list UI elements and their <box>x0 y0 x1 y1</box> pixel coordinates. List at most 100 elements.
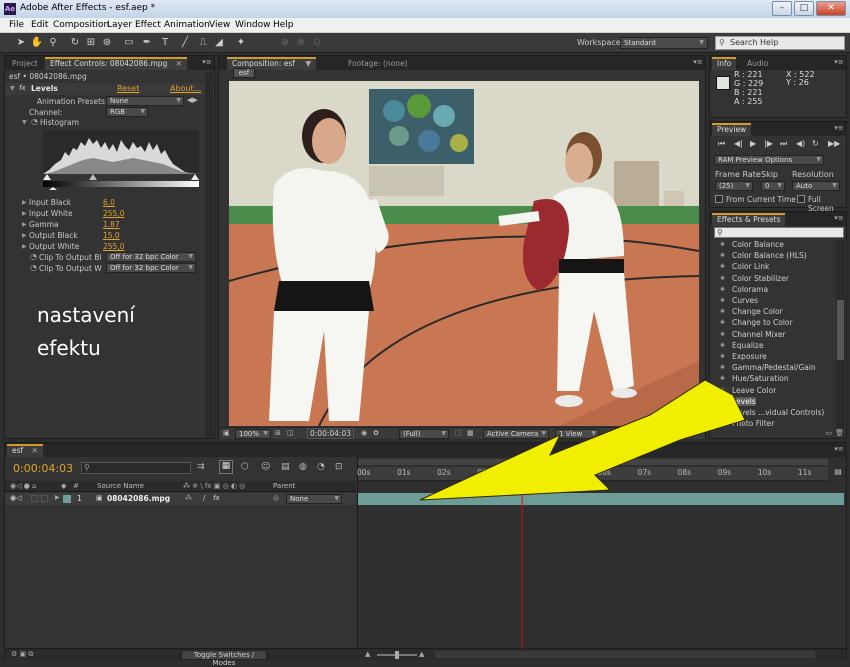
label-color-swatch[interactable] <box>63 495 71 503</box>
zoom-slider[interactable] <box>377 651 417 659</box>
loop-icon[interactable]: ↻ <box>812 139 819 148</box>
menu-effect[interactable]: Effect <box>135 20 161 30</box>
magnification-dropdown[interactable]: 100% ▼ <box>235 429 271 439</box>
solo-box[interactable] <box>31 495 38 502</box>
play-icon[interactable]: ▶ <box>750 139 756 148</box>
tab-footage[interactable]: Footage: (none) <box>343 57 413 70</box>
brainstorm-icon[interactable]: ⊡ <box>335 462 343 472</box>
animation-presets-dropdown[interactable]: None ▼ <box>106 96 184 106</box>
scrollbar[interactable] <box>205 72 213 438</box>
ram-preview-icon[interactable]: ▶▶ <box>828 139 840 148</box>
effect-list-item[interactable]: ✱ Gamma/Pedestal/Gain <box>720 363 816 372</box>
channel-dropdown[interactable]: RGB ▼ <box>106 107 148 117</box>
tab-timeline-esf[interactable]: esf ✕ <box>7 444 43 457</box>
brush-tool-icon[interactable]: ╱ <box>178 36 192 49</box>
hide-shy-layers-icon[interactable]: ☺ <box>261 462 270 472</box>
about-link[interactable]: About... <box>170 84 201 93</box>
effect-list-item[interactable]: ✱ Color Balance (HLS) <box>720 251 807 260</box>
comp-nav-button[interactable]: esf <box>233 68 255 78</box>
timeline-graph-area[interactable] <box>357 457 846 659</box>
effect-list-item[interactable]: ✱ Color Link <box>720 262 769 271</box>
rectangle-tool-icon[interactable]: ▭ <box>122 36 136 49</box>
maximize-button[interactable]: □ <box>794 1 814 16</box>
minimize-button[interactable]: – <box>772 1 792 16</box>
expand-right-icon[interactable]: ▶ <box>22 243 27 250</box>
layer-duration-bar[interactable] <box>358 493 844 505</box>
parent-dropdown[interactable]: None ▼ <box>286 494 342 504</box>
panel-menu-icon[interactable]: ▾≡ <box>693 58 703 67</box>
view-layout-dropdown[interactable]: 1 View ▼ <box>555 429 599 439</box>
pan-behind-tool-icon[interactable]: ⊛ <box>100 36 114 49</box>
first-frame-icon[interactable]: ⏮ <box>718 139 725 149</box>
resolution-dropdown[interactable]: (Full) ▼ <box>399 429 449 439</box>
shy-switch-icon[interactable]: ⁂ <box>185 494 192 502</box>
camera-dropdown[interactable]: Active Camera ▼ <box>483 429 549 439</box>
output-black-value[interactable]: 15,0 <box>103 231 120 240</box>
effect-list-item[interactable]: ✱ Color Balance <box>720 240 784 249</box>
effect-list-item[interactable]: ✱ Curves <box>720 296 758 305</box>
pen-tool-icon[interactable]: ✒ <box>140 36 154 49</box>
expand-triangle-icon[interactable]: ▼ <box>10 85 15 92</box>
effect-list-item[interactable]: ✱ Hue/Saturation <box>720 374 789 383</box>
axis-world-icon[interactable]: ⊗ <box>294 36 308 49</box>
fx-icon[interactable]: fx <box>19 84 26 92</box>
from-current-time-checkbox[interactable] <box>715 195 723 203</box>
menu-composition[interactable]: Composition <box>53 20 109 30</box>
quality-switch-icon[interactable]: / <box>203 494 205 502</box>
expand-right-icon[interactable]: ▶ <box>22 232 27 239</box>
region-of-interest-icon[interactable]: ⬚ <box>455 429 462 437</box>
clone-stamp-tool-icon[interactable]: ⎍ <box>196 36 210 49</box>
toggle-pixel-aspect-icon[interactable]: ▭ <box>605 429 612 437</box>
zoom-tool-icon[interactable]: ⚲ <box>46 36 60 49</box>
tab-info[interactable]: Info <box>712 57 737 70</box>
stopwatch-icon[interactable]: ◔ <box>31 117 38 126</box>
pick-whip-icon[interactable]: ◎ <box>273 494 279 502</box>
ram-preview-options-dropdown[interactable]: RAM Preview Options ▼ <box>714 155 824 165</box>
panel-menu-icon[interactable]: ▾≡ <box>834 58 844 67</box>
rotation-tool-icon[interactable]: ↻ <box>68 36 82 49</box>
comp-mini-flowchart-icon[interactable]: ⇉ <box>197 462 205 472</box>
effect-list-item[interactable]: ✱ Equalize <box>720 341 764 350</box>
work-area-bar[interactable] <box>358 459 828 465</box>
effect-list-item[interactable]: ✱ Change to Color <box>720 318 793 327</box>
effect-list-item[interactable]: ✱ Colorama <box>720 285 768 294</box>
expand-right-icon[interactable]: ▶ <box>22 199 27 206</box>
effect-list-item[interactable]: ✱ Change Color <box>720 307 783 316</box>
chevron-down-icon[interactable]: ▼ <box>305 59 311 68</box>
menu-layer[interactable]: Layer <box>107 20 132 30</box>
effect-list-item[interactable]: ✱ Levels ...vidual Controls) <box>720 408 824 417</box>
menu-animation[interactable]: Animation <box>164 20 210 30</box>
motion-blur-icon[interactable]: ◍ <box>299 462 307 472</box>
eraser-tool-icon[interactable]: ◢ <box>212 36 226 49</box>
property-row[interactable]: ▶ Input Black 6,0 <box>5 197 214 208</box>
layer-switches-icon[interactable]: ⚙ ▣ ⧉ <box>11 650 33 659</box>
layer-name[interactable]: 08042086.mpg <box>107 494 170 503</box>
property-row[interactable]: ▶ Output Black 15,0 <box>5 230 214 241</box>
search-help-input[interactable]: ⚲ Search Help <box>715 36 845 50</box>
mute-audio-icon[interactable]: ◀) <box>796 139 805 148</box>
puppet-tool-icon[interactable]: ✦ <box>234 36 248 49</box>
switches-header-icon[interactable]: ⁂ ※ \ fx ▣ ◎ ◐ ◎ <box>183 482 245 490</box>
tab-effects-presets[interactable]: Effects & Presets <box>712 213 786 226</box>
safe-zone-icon[interactable]: ◫ <box>287 429 294 437</box>
tab-preview[interactable]: Preview <box>712 123 752 136</box>
label-icon[interactable]: ◆ <box>61 482 66 490</box>
current-time-display[interactable]: 0:00:04:03 <box>307 428 354 439</box>
axis-view-icon[interactable]: ⊙ <box>310 36 324 49</box>
last-frame-icon[interactable]: ⏭ <box>780 139 787 149</box>
menu-help[interactable]: Help <box>273 20 294 30</box>
visibility-eye-icon[interactable]: ◉◁ <box>10 494 22 502</box>
timeline-search-input[interactable]: ⚲ <box>81 462 191 474</box>
text-tool-icon[interactable]: T <box>158 36 172 49</box>
tab-effect-controls[interactable]: Effect Controls: 08042086.mpg ✕ <box>45 57 187 70</box>
property-row[interactable]: ▶ Output White 255,0 <box>5 241 214 252</box>
lock-box[interactable] <box>41 495 48 502</box>
menu-view[interactable]: View <box>209 20 230 30</box>
axis-local-icon[interactable]: ⊕ <box>278 36 292 49</box>
next-frame-icon[interactable]: |▶ <box>764 139 773 148</box>
resolution-preview-dropdown[interactable]: Auto ▼ <box>792 181 840 191</box>
graph-editor-icon[interactable]: ◔ <box>317 462 325 472</box>
menu-edit[interactable]: Edit <box>31 20 48 30</box>
layer-row[interactable]: ◉◁ ▶ 1 ▣ 08042086.mpg ⁂ / fx ◎ None ▼ <box>5 493 356 505</box>
always-preview-icon[interactable]: ▣ <box>223 429 230 437</box>
